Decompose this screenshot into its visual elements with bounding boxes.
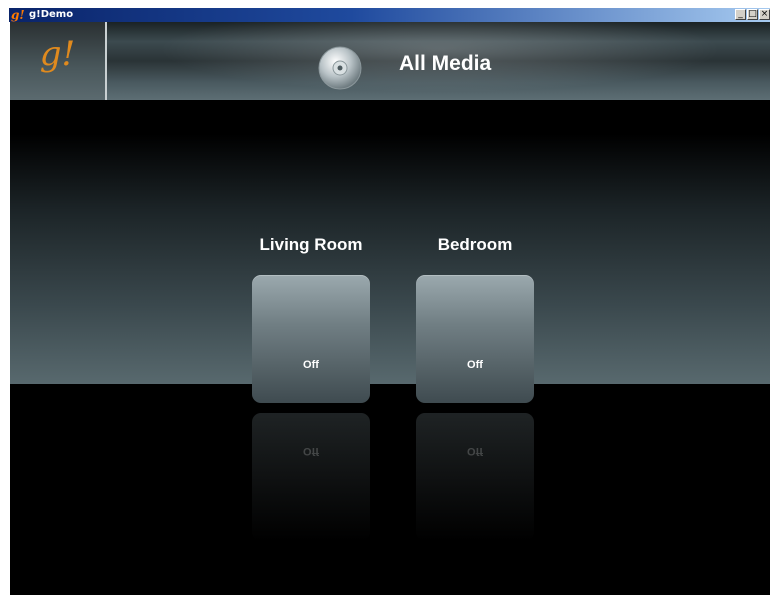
g-logo-icon: g! bbox=[11, 8, 25, 22]
room-status: Off bbox=[303, 359, 319, 371]
background-gradient bbox=[10, 100, 770, 384]
maximize-icon: □ bbox=[748, 9, 757, 19]
tile-reflection: Off bbox=[252, 413, 370, 541]
tile-reflection: Off bbox=[416, 413, 534, 541]
window-title: g!Demo bbox=[29, 9, 74, 20]
minimize-icon: _ bbox=[738, 9, 743, 19]
disc-icon bbox=[318, 46, 362, 90]
room-status: Off bbox=[467, 359, 483, 371]
maximize-button[interactable]: □ bbox=[747, 9, 758, 20]
app-logo: g! bbox=[39, 34, 76, 74]
room-tile-living-room[interactable]: Off bbox=[252, 275, 370, 403]
title-bar[interactable]: g! g!Demo _ □ × bbox=[9, 8, 770, 22]
reflection-area bbox=[10, 384, 770, 595]
reflection-status: Off bbox=[303, 445, 319, 457]
room-tile-bedroom[interactable]: Off bbox=[416, 275, 534, 403]
header-bar: g! All Media bbox=[10, 22, 770, 100]
reflection-status: Off bbox=[467, 445, 483, 457]
app-area: g! All Media Living Room Bedroom Off Off… bbox=[10, 22, 770, 595]
close-button[interactable]: × bbox=[759, 9, 770, 20]
page-title: All Media bbox=[399, 52, 492, 75]
minimize-button[interactable]: _ bbox=[735, 9, 746, 20]
close-icon: × bbox=[760, 9, 769, 19]
room-label-living-room: Living Room bbox=[259, 235, 363, 254]
room-label-bedroom: Bedroom bbox=[437, 235, 513, 254]
logo-panel[interactable]: g! bbox=[10, 22, 107, 100]
